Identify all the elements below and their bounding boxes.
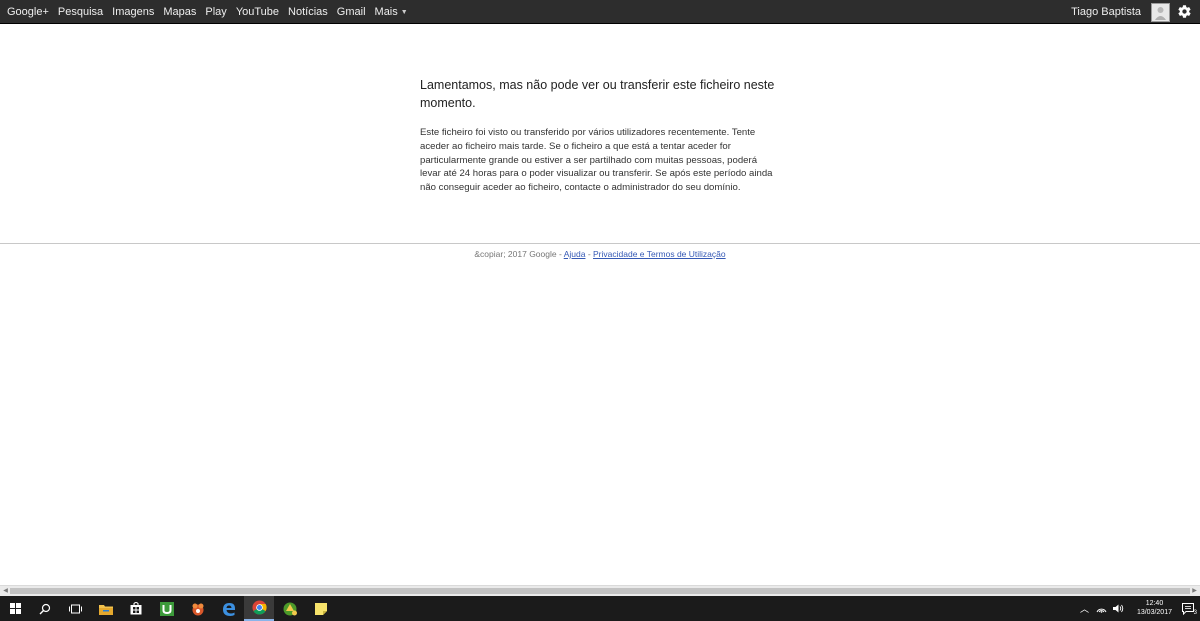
volume-icon[interactable] [1113,600,1125,618]
gbar-more-label: Mais [374,6,398,18]
footer-copyright: &copiar; 2017 Google [474,249,557,259]
app-green-icon[interactable] [275,596,305,621]
error-title: Lamentamos, mas não pode ver ou transfer… [420,78,775,110]
error-description: Este ficheiro foi visto ou transferido p… [420,127,773,194]
google-bar-links: Google+ Pesquisa Imagens Mapas Play YouT… [7,0,417,24]
clock-date: 13/03/2017 [1136,609,1172,616]
footer: &copiar; 2017 Google - Ajuda - Privacida… [0,249,1200,259]
chrome-icon[interactable] [244,596,274,621]
clock-time: 12:40 [1145,600,1164,607]
footer-separator: - [585,249,594,259]
gbar-link-news[interactable]: Notícias [288,6,328,18]
gbar-link-images[interactable]: Imagens [112,6,154,18]
taskbar-clock[interactable]: 12:40 13/03/2017 [1137,599,1172,617]
gbar-link-search[interactable]: Pesquisa [58,6,103,18]
action-center-icon[interactable]: 3 [1182,602,1197,617]
scroll-right-icon[interactable]: ▶ [1190,587,1199,596]
windows-start-icon[interactable] [0,596,30,621]
horizontal-scrollbar[interactable]: ◀ ▶ [0,585,1200,596]
scroll-left-icon[interactable]: ◀ [1,587,10,596]
google-bar: Google+ Pesquisa Imagens Mapas Play YouT… [0,0,1200,24]
chevron-up-icon[interactable]: ︿ [1080,602,1089,615]
utorrent-icon[interactable] [152,596,182,621]
windows-taskbar: ︿ 12:40 13/03/2017 3 [0,596,1200,621]
edge-icon[interactable] [214,596,244,621]
gbar-link-youtube[interactable]: YouTube [236,6,279,18]
privacy-terms-link[interactable]: Privacidade e Termos de Utilização [593,249,726,259]
gbar-link-maps[interactable]: Mapas [163,6,196,18]
search-icon[interactable] [30,596,60,621]
task-view-icon[interactable] [60,596,90,621]
store-icon[interactable] [121,596,151,621]
footer-separator: - [556,249,564,259]
user-avatar-icon [1152,4,1169,21]
gbar-link-play[interactable]: Play [205,6,226,18]
app-orange-icon[interactable] [183,596,213,621]
error-message: Lamentamos, mas não pode ver ou transfer… [420,76,780,195]
gbar-link-google-plus[interactable]: Google+ [7,6,49,18]
avatar[interactable] [1151,3,1170,22]
account-name[interactable]: Tiago Baptista [1071,0,1141,24]
gbar-more-menu[interactable]: Mais ▼ [375,6,408,18]
file-explorer-icon[interactable] [91,596,121,621]
chevron-down-icon: ▼ [400,8,408,16]
gear-icon[interactable] [1177,4,1192,19]
gbar-link-gmail[interactable]: Gmail [337,6,366,18]
sticky-notes-icon[interactable] [306,596,336,621]
network-icon[interactable] [1096,600,1107,618]
notification-badge: 3 [1193,610,1197,617]
scrollbar-thumb[interactable] [10,588,1190,594]
help-link[interactable]: Ajuda [564,249,586,259]
footer-divider [0,243,1200,244]
system-tray: ︿ [1080,596,1125,621]
